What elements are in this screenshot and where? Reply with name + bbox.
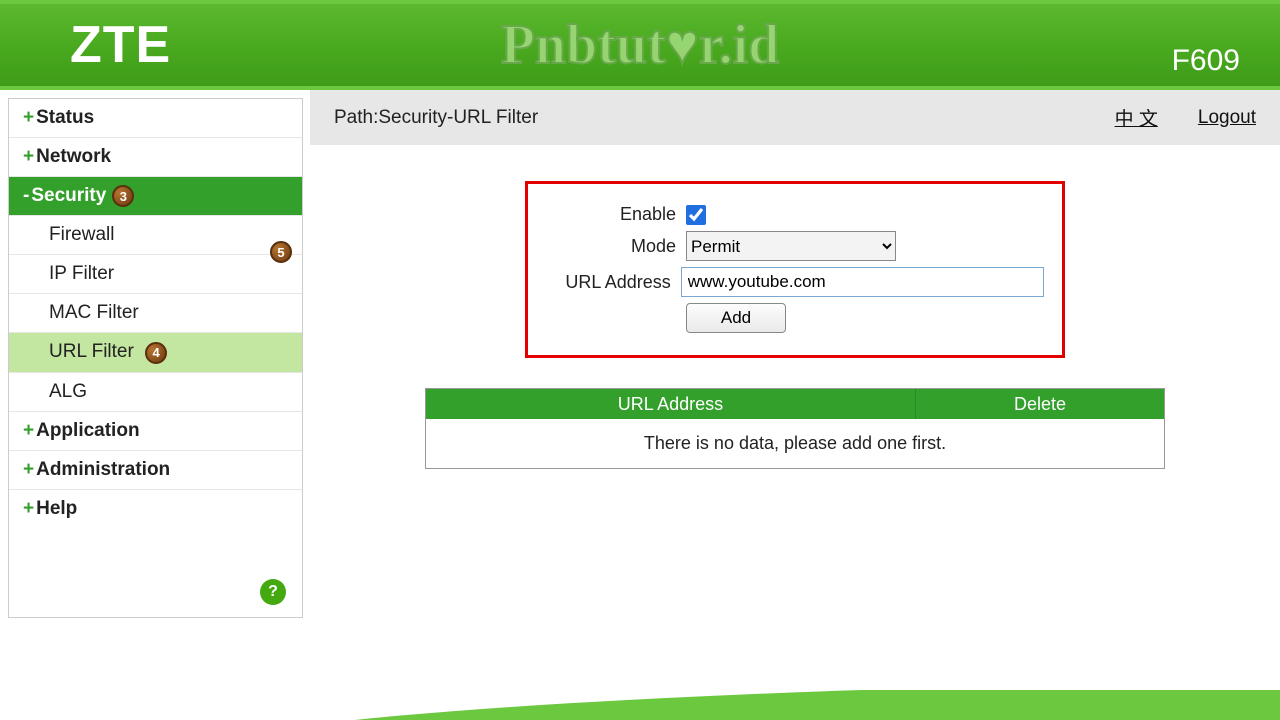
step-badge-4: 4 [145, 342, 167, 364]
collapse-icon: - [23, 185, 29, 207]
breadcrumb-path: Path:Security-URL Filter [334, 107, 1075, 129]
sidebar-sub-label: MAC Filter [49, 302, 139, 323]
url-filter-table: URL Address Delete There is no data, ple… [425, 388, 1165, 469]
sidebar-item-network[interactable]: +Network [9, 138, 302, 177]
url-filter-form: Enable Mode Permit URL Address Add [525, 181, 1065, 358]
sidebar-sub-label: ALG [49, 381, 87, 402]
col-url-address: URL Address [426, 389, 916, 419]
model-number: F609 [1172, 44, 1240, 78]
main-content: Path:Security-URL Filter 中 文 Logout 5 En… [310, 90, 1280, 690]
footer-swoosh [0, 690, 1280, 720]
path-value: Security-URL Filter [378, 107, 538, 128]
sidebar-sub-label: URL Filter [49, 341, 134, 362]
sidebar-sub-label: Firewall [49, 224, 114, 245]
mode-select[interactable]: Permit [686, 231, 896, 261]
header-bar: ZTE Pnbtut♥r.id F609 [0, 0, 1280, 90]
breadcrumb: Path:Security-URL Filter 中 文 Logout [310, 90, 1280, 145]
mode-label: Mode [546, 236, 676, 257]
step-badge-5: 5 [270, 241, 292, 263]
enable-checkbox[interactable] [686, 205, 706, 225]
sidebar-sub-url-filter[interactable]: URL Filter 4 [9, 333, 302, 373]
nav-menu: +Status +Network -Security 3 Firewall IP… [8, 98, 303, 618]
sidebar-item-label: Network [36, 146, 111, 168]
sidebar-sub-label: IP Filter [49, 263, 114, 284]
table-empty-message: There is no data, please add one first. [426, 419, 1164, 468]
sidebar-item-administration[interactable]: +Administration [9, 451, 302, 490]
logout-link[interactable]: Logout [1198, 107, 1256, 129]
sidebar: +Status +Network -Security 3 Firewall IP… [0, 90, 310, 690]
watermark-text: Pnbtut♥r.id [501, 13, 780, 77]
add-button[interactable]: Add [686, 303, 786, 333]
col-delete: Delete [916, 389, 1164, 419]
url-address-label: URL Address [546, 272, 671, 293]
sidebar-item-security[interactable]: -Security 3 [9, 177, 302, 216]
sidebar-item-status[interactable]: +Status [9, 99, 302, 138]
sidebar-item-application[interactable]: +Application [9, 412, 302, 451]
sidebar-sub-ip-filter[interactable]: IP Filter [9, 255, 302, 294]
sidebar-item-label: Help [36, 498, 77, 520]
language-link[interactable]: 中 文 [1115, 104, 1158, 131]
path-prefix: Path: [334, 107, 378, 128]
step-badge-3: 3 [112, 185, 134, 207]
expand-icon: + [23, 459, 34, 481]
enable-label: Enable [546, 204, 676, 225]
sidebar-sub-firewall[interactable]: Firewall [9, 216, 302, 255]
expand-icon: + [23, 420, 34, 442]
sidebar-item-label: Administration [36, 459, 170, 481]
sidebar-item-label: Application [36, 420, 139, 442]
sidebar-item-help[interactable]: +Help [9, 490, 302, 528]
form-zone: 5 Enable Mode Permit URL Address [310, 181, 1280, 358]
brand-logo: ZTE [0, 15, 171, 75]
table-header: URL Address Delete [426, 389, 1164, 419]
url-address-input[interactable] [681, 267, 1044, 297]
sidebar-sub-mac-filter[interactable]: MAC Filter [9, 294, 302, 333]
sidebar-item-label: Security [31, 185, 106, 207]
sidebar-sub-alg[interactable]: ALG [9, 373, 302, 412]
expand-icon: + [23, 107, 34, 129]
expand-icon: + [23, 498, 34, 520]
expand-icon: + [23, 146, 34, 168]
sidebar-item-label: Status [36, 107, 94, 129]
help-icon[interactable]: ? [260, 579, 286, 605]
